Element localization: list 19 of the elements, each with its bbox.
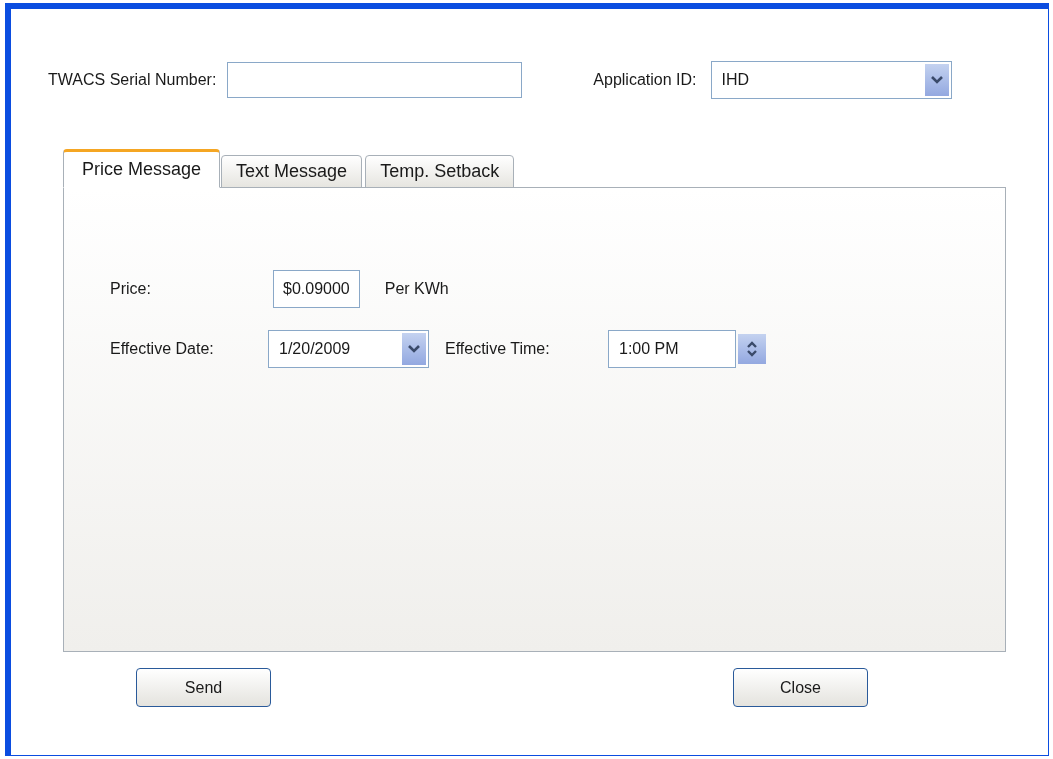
field-label: Effective Date: [110, 339, 215, 359]
field-label: Effective Time: [445, 339, 551, 359]
tab[interactable]: Temp. Setback [365, 155, 515, 188]
action-button[interactable]: Send [136, 668, 271, 707]
price-field[interactable]: $0.09000 [273, 270, 360, 308]
action-button[interactable]: Close [733, 668, 868, 707]
dropdown-field[interactable]: IHD [710, 61, 952, 99]
chevron-down-icon [407, 344, 421, 354]
field-label: Price: [110, 279, 152, 299]
tab[interactable]: Text Message [221, 155, 363, 188]
date-dropdown[interactable]: 1/20/2009 [268, 330, 429, 368]
spinner-arrows-icon[interactable] [746, 339, 758, 359]
tab[interactable]: Price Message [63, 149, 221, 188]
chevron-down-icon [929, 75, 944, 85]
unit-label: Per KWh [384, 279, 449, 299]
time-field[interactable]: 1:00 PM [608, 330, 736, 368]
field-label: TWACS Serial Number: [48, 70, 217, 90]
text-field[interactable] [227, 62, 523, 98]
field-label: Application ID: [593, 70, 697, 90]
